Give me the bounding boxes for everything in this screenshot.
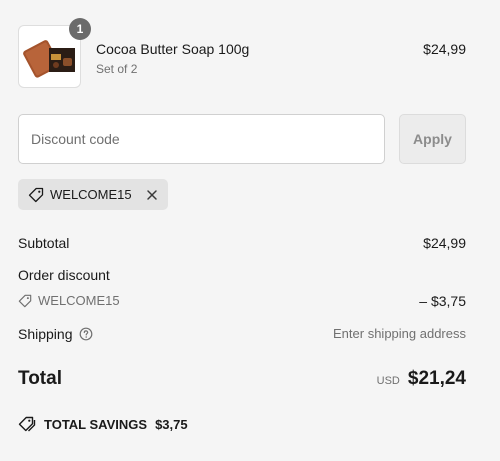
applied-discount-chip: WELCOME15 — [18, 179, 168, 210]
apply-discount-button[interactable]: Apply — [399, 114, 466, 164]
remove-discount-icon[interactable] — [146, 189, 158, 201]
discount-code-input[interactable] — [18, 114, 385, 164]
order-discount-row: Order discount — [18, 267, 466, 283]
total-savings: TOTAL SAVINGS $3,75 — [18, 416, 188, 432]
soap-product-image — [23, 40, 75, 78]
checkout-order-summary: 1 Cocoa Butter Soap 100g Set of 2 $24,99… — [0, 0, 500, 461]
shipping-row: Shipping Enter shipping address — [18, 326, 466, 342]
subtotal-row: Subtotal $24,99 — [18, 235, 466, 251]
total-amount: $21,24 — [407, 368, 466, 389]
shipping-label: Shipping — [18, 326, 73, 342]
tag-icon — [28, 187, 44, 203]
product-variant: Set of 2 — [96, 62, 138, 76]
savings-value: $3,75 — [155, 416, 188, 432]
subtotal-value: $24,99 — [423, 235, 466, 251]
savings-label: TOTAL SAVINGS — [44, 416, 148, 432]
product-thumbnail: 1 — [18, 18, 91, 88]
line-item: 1 Cocoa Butter Soap 100g Set of 2 $24,99 — [18, 18, 466, 91]
subtotal-label: Subtotal — [18, 235, 70, 251]
shipping-value: Enter shipping address — [333, 326, 466, 341]
total-label: Total — [18, 368, 62, 389]
help-circle-icon[interactable] — [79, 327, 93, 341]
savings-tag-icon — [18, 416, 36, 432]
order-discount-code-row: WELCOME15 – $3,75 — [18, 293, 466, 309]
product-name: Cocoa Butter Soap 100g — [96, 41, 250, 57]
tag-icon — [18, 294, 32, 308]
applied-code-label: WELCOME15 — [50, 187, 132, 202]
discount-code-form: Apply — [18, 114, 466, 166]
order-discount-label: Order discount — [18, 267, 110, 283]
currency-code: USD — [376, 375, 400, 387]
quantity-badge: 1 — [69, 18, 91, 40]
product-price: $24,99 — [423, 41, 466, 57]
order-discount-code: WELCOME15 — [38, 293, 120, 308]
order-discount-value: – $3,75 — [419, 293, 466, 309]
total-row: Total USD $21,24 — [18, 368, 466, 394]
